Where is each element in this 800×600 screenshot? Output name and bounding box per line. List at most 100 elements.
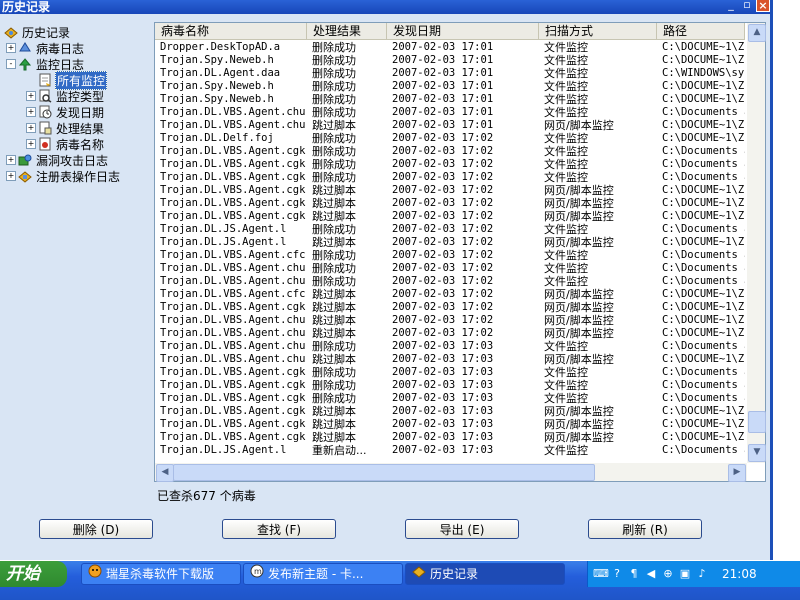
start-button[interactable]: 开始 [0,561,67,587]
table-row[interactable]: Trojan.DL.VBS.Agent.cgk 跳过脚本 2007-02-03 17… [155,301,745,314]
table-row[interactable]: Trojan.DL.VBS.Agent.chu 删除成功 2007-02-03 17… [155,106,745,119]
table-row[interactable]: Trojan.DL.VBS.Agent.cgk 跳过脚本 2007-02-03 17… [155,431,745,444]
table-row[interactable]: Trojan.DL.VBS.Agent.cfc 删除成功 2007-02-03 17… [155,249,745,262]
expander-icon[interactable]: + [6,155,16,165]
cell-scan-method: 网页/脚本监控 [544,431,614,444]
expander-icon[interactable]: - [6,59,16,69]
table-row[interactable]: Trojan.Spy.Neweb.h 删除成功 2007-02-03 17:01 文件… [155,54,745,67]
taskbar-item-browser[interactable]: m 发布新主题 - 卡... [243,563,403,585]
table-row[interactable]: Trojan.DL.VBS.Agent.chu 跳过脚本 2007-02-03 17… [155,327,745,340]
column-header-date[interactable]: 发现日期 [387,23,539,39]
status-text: 已查杀677 个病毒 [157,489,256,503]
tree-item-3[interactable]: + 监控类型 [26,88,105,104]
cell-scan-method: 文件监控 [544,340,588,353]
cell-result: 跳过脚本 [312,197,356,210]
cell-date: 2007-02-03 17:02 [392,301,494,313]
cell-path: C:\WINDOWS\sys [662,67,745,79]
column-header-scan-method[interactable]: 扫描方式 [539,23,657,39]
expander-icon[interactable]: + [26,139,36,149]
table-row[interactable]: Trojan.DL.VBS.Agent.cgk 删除成功 2007-02-03 17… [155,379,745,392]
table-row[interactable]: Trojan.DL.VBS.Agent.cgk 删除成功 2007-02-03 17… [155,171,745,184]
network-icon[interactable]: ⊕ [661,567,675,581]
table-row[interactable]: Trojan.DL.VBS.Agent.chu 跳过脚本 2007-02-03 17… [155,119,745,132]
keyboard-icon[interactable]: ⌨ [593,567,609,581]
table-row[interactable]: Trojan.DL.VBS.Agent.cgk 跳过脚本 2007-02-03 17… [155,405,745,418]
cell-virus-name: Trojan.Spy.Neweb.h [160,80,274,92]
tree-item-5[interactable]: + 处理结果 [26,120,105,136]
scroll-up-icon[interactable]: ▲ [748,24,766,42]
expander-icon[interactable]: + [6,43,16,53]
taskbar-item-history[interactable]: 历史记录 [405,563,565,585]
table-row[interactable]: Trojan.DL.VBS.Agent.cgk 跳过脚本 2007-02-03 17… [155,197,745,210]
table-row[interactable]: Trojan.DL.VBS.Agent.cgk 跳过脚本 2007-02-03 17… [155,184,745,197]
input-method-icon[interactable]: ¶ [627,567,641,581]
vertical-scroll-thumb[interactable] [748,411,766,433]
cell-date: 2007-02-03 17:02 [392,197,494,209]
taskbar-item-rising[interactable]: 瑞星杀毒软件下载版 [81,563,241,585]
minimize-button[interactable]: _ [724,0,738,12]
table-row[interactable]: Trojan.DL.VBS.Agent.cgk 删除成功 2007-02-03 17… [155,392,745,405]
monitor-icon[interactable]: ▣ [678,567,692,581]
horizontal-scrollbar[interactable]: ◀ ▶ [155,463,747,482]
table-row[interactable]: Trojan.DL.VBS.Agent.cgk 删除成功 2007-02-03 17… [155,366,745,379]
table-row[interactable]: Trojan.DL.Delf.foj 删除成功 2007-02-03 17:02 文件… [155,132,745,145]
horizontal-scroll-thumb[interactable] [173,464,595,481]
tree-item-0[interactable]: + 病毒日志 [6,40,85,56]
volume-icon[interactable]: ♪ [695,567,709,581]
table-row[interactable]: Trojan.DL.JS.Agent.l 删除成功 2007-02-03 17:02… [155,223,745,236]
table-row[interactable]: Trojan.Spy.Neweb.h 删除成功 2007-02-03 17:01 文件… [155,80,745,93]
expander-icon[interactable]: + [26,123,36,133]
table-row[interactable]: Trojan.DL.VBS.Agent.cfc 跳过脚本 2007-02-03 17… [155,288,745,301]
cell-date: 2007-02-03 17:01 [392,54,494,66]
table-row[interactable]: Trojan.DL.JS.Agent.l 重新启动... 2007-02-03 17… [155,444,745,457]
expander-icon[interactable]: + [26,91,36,101]
tree-item-7[interactable]: + 漏洞攻击日志 [6,152,109,168]
cell-result: 跳过脚本 [312,236,356,249]
table-row[interactable]: Trojan.DL.VBS.Agent.chu 删除成功 2007-02-03 17… [155,275,745,288]
scroll-left-icon[interactable]: ◀ [156,464,174,482]
tree-root-label: 历史记录 [22,25,71,40]
table-row[interactable]: Trojan.DL.VBS.Agent.chu 删除成功 2007-02-03 17… [155,262,745,275]
expander-icon[interactable]: + [6,171,16,181]
tree-item-4[interactable]: + 发现日期 [26,104,105,120]
table-row[interactable]: Trojan.DL.VBS.Agent.cgk 跳过脚本 2007-02-03 17… [155,418,745,431]
help-icon[interactable]: ? [610,567,624,581]
table-row[interactable]: Trojan.Spy.Neweb.h 删除成功 2007-02-03 17:01 文件… [155,93,745,106]
scroll-down-icon[interactable]: ▼ [748,444,766,462]
table-row[interactable]: Trojan.DL.VBS.Agent.chu 跳过脚本 2007-02-03 17… [155,314,745,327]
tree-item-8[interactable]: + 注册表操作日志 [6,168,121,184]
export-button[interactable]: 导出 (E) [405,519,519,539]
close-button[interactable]: × [756,0,770,12]
table-row[interactable]: Dropper.DeskTopAD.a 删除成功 2007-02-03 17:01 文… [155,41,745,54]
tree-root[interactable]: 历史记录 [4,24,71,40]
vertical-scrollbar[interactable]: ▲ ▼ [747,23,766,463]
table-row[interactable]: Trojan.DL.VBS.Agent.chu 跳过脚本 2007-02-03 17… [155,353,745,366]
column-header-path[interactable]: 路径 [657,23,745,39]
table-row[interactable]: Trojan.DL.VBS.Agent.cgk 删除成功 2007-02-03 17… [155,145,745,158]
cell-date: 2007-02-03 17:03 [392,418,494,430]
history-list[interactable]: 病毒名称 处理结果 发现日期 扫描方式 路径 Dropper.DeskTopAD… [154,22,766,482]
table-row[interactable]: Trojan.DL.Agent.daa 删除成功 2007-02-03 17:01 文… [155,67,745,80]
tree-item-2[interactable]: 所有监控 [26,70,108,90]
column-header-virus-name[interactable]: 病毒名称 [155,23,307,39]
find-button[interactable]: 查找 (F) [222,519,336,539]
column-header-result[interactable]: 处理结果 [307,23,387,39]
tree-item-6[interactable]: + 病毒名称 [26,136,105,152]
title-bar[interactable]: 历史记录 _ ▫ × [0,0,772,14]
maximize-button[interactable]: ▫ [740,0,754,12]
delete-button[interactable]: 删除 (D) [39,519,153,539]
scroll-right-icon[interactable]: ▶ [728,464,746,482]
tree-item-label: 发现日期 [56,105,105,120]
table-row[interactable]: Trojan.DL.VBS.Agent.cgk 跳过脚本 2007-02-03 17… [155,210,745,223]
table-row[interactable]: Trojan.DL.VBS.Agent.chu 删除成功 2007-02-03 17… [155,340,745,353]
cell-date: 2007-02-03 17:03 [392,405,494,417]
table-row[interactable]: Trojan.DL.JS.Agent.l 跳过脚本 2007-02-03 17:02… [155,236,745,249]
expander-icon[interactable]: + [26,107,36,117]
cell-virus-name: Trojan.Spy.Neweb.h [160,93,274,105]
cell-virus-name: Trojan.DL.VBS.Agent.cgk [160,197,306,209]
table-row[interactable]: Trojan.DL.VBS.Agent.cgk 删除成功 2007-02-03 17… [155,158,745,171]
collapse-arrow-icon[interactable]: ◀ [644,567,658,581]
taskbar: 开始 瑞星杀毒软件下载版 m 发布新主题 - 卡... 历史记录 ⌨ ? ¶ ◀… [0,561,800,600]
cell-virus-name: Trojan.DL.VBS.Agent.cgk [160,210,306,222]
refresh-button[interactable]: 刷新 (R) [588,519,702,539]
